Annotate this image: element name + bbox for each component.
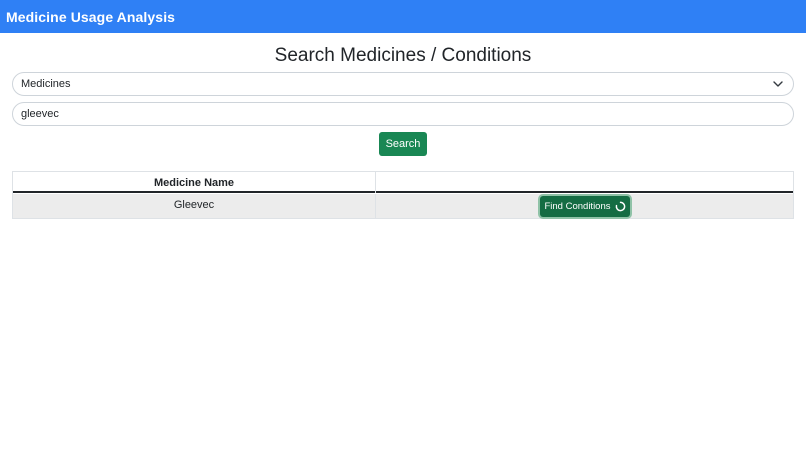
search-type-selected: Medicines	[21, 78, 71, 90]
column-header-actions	[376, 172, 793, 193]
column-header-medicine-name: Medicine Name	[13, 172, 376, 193]
search-input[interactable]: gleevec	[12, 102, 794, 126]
table-header: Medicine Name	[13, 172, 793, 193]
find-conditions-label: Find Conditions	[544, 201, 611, 212]
search-button[interactable]: Search	[379, 132, 427, 156]
page-title: Search Medicines / Conditions	[274, 45, 532, 66]
chevron-down-icon	[773, 81, 783, 87]
medicine-name-cell: Gleevec	[13, 194, 376, 218]
results-table: Medicine Name Gleevec Find Conditions	[12, 171, 794, 219]
medicine-name: Gleevec	[173, 199, 215, 211]
table-row: Gleevec Find Conditions	[13, 194, 793, 218]
find-conditions-button[interactable]: Find Conditions	[540, 196, 630, 217]
app-title[interactable]: Medicine Usage Analysis	[6, 9, 175, 25]
actions-cell: Find Conditions	[376, 194, 793, 218]
search-input-value: gleevec	[21, 108, 59, 120]
spinner-icon	[615, 201, 625, 212]
top-navbar: Medicine Usage Analysis	[0, 0, 806, 33]
search-type-select[interactable]: Medicines	[12, 72, 794, 96]
